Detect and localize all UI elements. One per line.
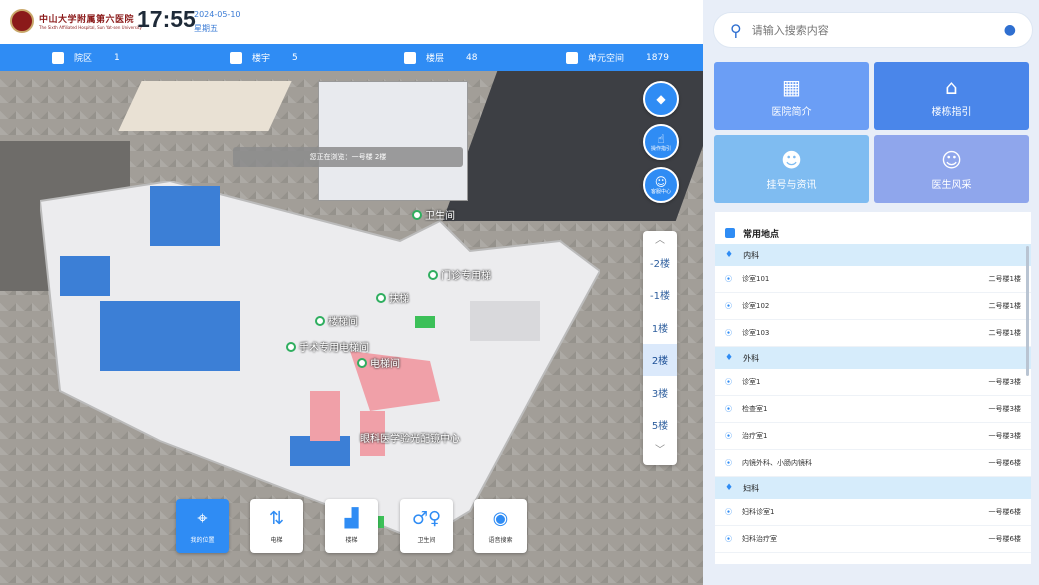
hospital-name: 中山大学附属第六医院 [39,15,135,25]
floor-1[interactable]: 1楼 [643,311,677,344]
service-button[interactable]: ☺ 客服中心 [643,167,679,203]
search-input[interactable] [751,23,1004,37]
stat-floor: 楼层 48 [404,44,477,71]
campus-icon [52,51,64,64]
person-icon: ♦ [725,483,734,493]
person-icon: ♦ [725,353,734,363]
stat-building: 楼宇 5 [230,44,298,71]
weekday: 星期五 [194,24,218,33]
microphone-icon: ◉ [492,508,509,529]
list-item[interactable]: ⦿ 妇科治疗室 一号楼6楼 [715,526,1031,553]
stats-bar: 院区 1 楼宇 5 楼层 48 单元空间 1879 [0,44,703,71]
building-icon [230,51,242,64]
person-icon: ♦ [725,250,734,260]
voice-search-button[interactable]: ◉ 语音搜索 [474,499,527,553]
poi-icon [428,269,438,280]
my-location-button[interactable]: ⌖ 我的位置 [176,499,229,553]
pin-icon: ⦿ [725,432,732,440]
common-places-title: 常用地点 [715,222,1031,244]
person-icon: ☺ [941,147,962,172]
right-panel: ⚲ ● ▦ 医院简介 ⌂ 楼栋指引 ☻ 挂号与资讯 ☺ 医生风采 常用地点 ♦内… [703,0,1039,585]
poi-optometry-center[interactable]: 眼科医学验光配镜中心 [360,430,460,445]
category-gynecology[interactable]: ♦ 妇科 [715,477,1031,499]
floor-5[interactable]: 5楼 [643,409,677,442]
pin-icon: ⦿ [725,405,732,413]
date: 2024-05-10 [194,10,241,19]
pin-icon: ⦿ [725,459,732,467]
common-places-list[interactable]: 常用地点 ♦ 内科 ⦿ 诊室101 二号楼1楼 ⦿ 诊室102 二号楼1楼 ⦿ 诊室103 二… [715,212,1031,564]
stairs-button[interactable]: ▟ 楼梯 [325,499,378,553]
chevron-up-icon[interactable]: ︿ [643,231,677,246]
hospital-logo [10,9,34,33]
list-item[interactable]: ⦿ 诊室103 二号楼1楼 [715,320,1031,347]
building-guide-card[interactable]: ⌂ 楼栋指引 [874,62,1029,130]
pin-icon: ⦿ [725,329,732,337]
compass-button[interactable]: ◆ [643,81,679,117]
hospital-intro-card[interactable]: ▦ 医院简介 [714,62,869,130]
doctors-card[interactable]: ☺ 医生风采 [874,135,1029,203]
search-icon: ⚲ [730,20,742,40]
poi-surgery-elevator[interactable]: 手术专用电梯间 [286,339,369,354]
elevator-button[interactable]: ⇅ 电梯 [250,499,303,553]
microphone-icon[interactable]: ● [1004,22,1016,38]
hand-icon: ☝ [657,131,665,146]
floor-b1[interactable]: -1楼 [643,279,677,312]
poi-icon [412,209,422,220]
doctor-icon: ☻ [781,147,802,172]
floor-b2[interactable]: -2楼 [643,246,677,279]
poi-stairs[interactable]: 楼梯间 [315,313,358,328]
list-item[interactable]: ⦿ 内镜外科、小肠内镜科 一号楼6楼 [715,450,1031,477]
floor-2[interactable]: 2楼 [643,343,677,376]
list-item[interactable]: ⦿ 诊室101 二号楼1楼 [715,266,1031,293]
poi-clinic-elevator[interactable]: 门诊专用梯 [428,267,491,282]
list-item[interactable]: ⦿ 诊室1 一号楼3楼 [715,369,1031,396]
list-item[interactable]: ⦿ 诊室102 二号楼1楼 [715,293,1031,320]
registration-card[interactable]: ☻ 挂号与资讯 [714,135,869,203]
location-pin-icon: ⌖ [197,508,208,529]
compass-icon: ◆ [656,92,666,106]
poi-icon [376,292,386,303]
browsing-notice: 您正在浏览：一号楼 2楼 [233,147,463,167]
support-icon: ☺ [654,174,668,189]
guide-button[interactable]: ☝ 操作指引 [643,124,679,160]
pin-icon: ⦿ [725,378,732,386]
floor-icon [404,51,416,64]
stat-room: 单元空间 1879 [566,44,669,71]
home-icon: ⌂ [945,74,958,99]
poi-icon [315,315,325,326]
restroom-icon: ♂♀ [411,508,442,529]
grid-icon [725,228,735,238]
floor-selector[interactable]: ︿ -2楼 -1楼 1楼 2楼 3楼 5楼 ﹀ [643,231,677,465]
chevron-down-icon[interactable]: ﹀ [643,441,677,456]
room-icon [566,51,578,64]
pin-icon: ⦿ [725,275,732,283]
pin-icon: ⦿ [725,508,732,516]
poi-escalator[interactable]: 扶梯 [376,290,409,305]
hospital-icon: ▦ [782,74,801,99]
hospital-sub: The Sixth Affiliated Hospital, Sun Yat-s… [39,25,142,30]
list-item[interactable]: ⦿ 妇科诊室1 一号楼6楼 [715,499,1031,526]
stairs-icon: ▟ [344,508,359,529]
category-internal[interactable]: ♦ 内科 [715,244,1031,266]
stat-campus: 院区 1 [52,44,120,71]
poi-toilet[interactable]: 卫生间 [412,207,455,222]
roof [118,81,292,131]
category-surgery[interactable]: ♦ 外科 [715,347,1031,369]
list-item[interactable]: ⦿ 治疗室1 一号楼3楼 [715,423,1031,450]
poi-icon [286,341,296,352]
pin-icon: ⦿ [725,302,732,310]
pin-icon: ⦿ [725,535,732,543]
scrollbar[interactable] [1026,246,1029,376]
elevator-icon: ⇅ [268,508,285,529]
clock: 17:55 [137,6,196,32]
poi-elevator[interactable]: 电梯间 [357,355,400,370]
top-bar: 中山大学附属第六医院 The Sixth Affiliated Hospital… [0,0,703,44]
restroom-button[interactable]: ♂♀ 卫生间 [400,499,453,553]
poi-icon [357,357,367,368]
list-item[interactable]: ⦿ 检查室1 一号楼3楼 [715,396,1031,423]
floor-3[interactable]: 3楼 [643,376,677,409]
search-bar[interactable]: ⚲ ● [713,12,1033,48]
